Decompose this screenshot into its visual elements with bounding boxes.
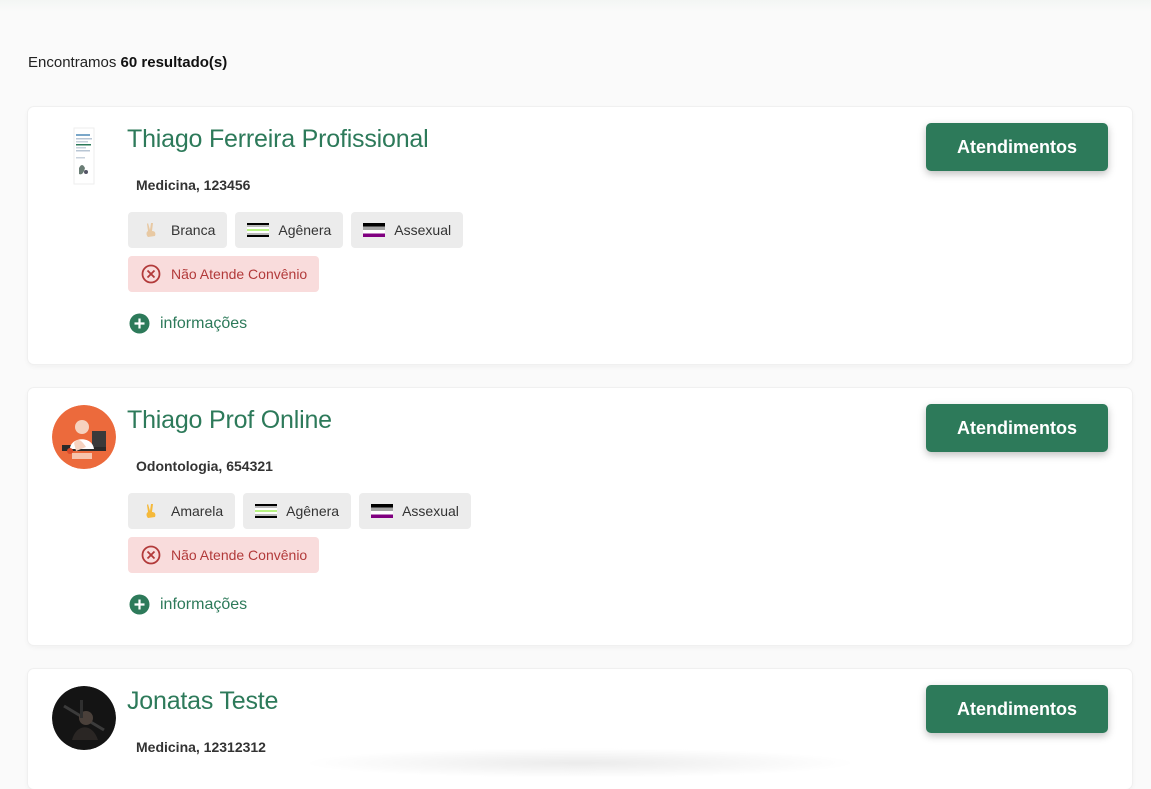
tag-chip-orientation: Assexual — [359, 493, 471, 529]
plus-circle-icon — [129, 594, 150, 615]
asexual-flag-icon — [371, 504, 394, 518]
insurance-label: Não Atende Convênio — [171, 547, 308, 563]
results-count: 60 resultado(s) — [120, 54, 228, 71]
info-toggle[interactable]: informações — [129, 313, 247, 334]
tag-chip-orientation: Assexual — [351, 212, 464, 248]
tag-chip-race: Branca — [128, 212, 228, 248]
avatar[interactable] — [52, 124, 116, 188]
results-prefix: Encontramos — [28, 54, 117, 71]
appointments-button[interactable]: Atendimentos — [926, 685, 1108, 733]
info-label: informações — [160, 314, 248, 332]
professional-card: Thiago Ferreira Profissional Medicina, 1… — [28, 107, 1132, 364]
tag-chip-gender: Agênera — [235, 212, 344, 248]
peace-hand-icon — [140, 223, 162, 237]
insurance-label: Não Atende Convênio — [171, 266, 308, 282]
peace-hand-icon — [140, 504, 162, 518]
floating-panel-shadow — [300, 748, 860, 778]
asexual-flag-icon — [363, 223, 386, 237]
insurance-status-badge: Não Atende Convênio — [128, 256, 320, 292]
tag-label: Assexual — [394, 222, 452, 238]
tag-label: Amarela — [171, 503, 224, 519]
info-toggle[interactable]: informações — [129, 594, 247, 615]
info-label: informações — [160, 595, 248, 613]
appointments-button[interactable]: Atendimentos — [926, 123, 1108, 171]
tag-chip-race: Amarela — [128, 493, 236, 529]
professional-registration: Medicina, 12312312 — [136, 739, 266, 755]
tag-label: Agênera — [278, 222, 332, 238]
results-summary: Encontramos 60 resultado(s) — [28, 54, 227, 71]
avatar[interactable] — [52, 405, 116, 469]
agender-flag-icon — [247, 223, 270, 237]
tag-label: Agênera — [286, 503, 340, 519]
close-circle-icon — [141, 545, 161, 565]
tag-label: Branca — [171, 222, 216, 238]
header-strip — [0, 0, 1151, 12]
professional-card: Thiago Prof Online Odontologia, 654321 A… — [28, 388, 1132, 645]
professional-registration: Odontologia, 654321 — [136, 458, 273, 474]
tag-chip-gender: Agênera — [243, 493, 352, 529]
tag-list: Amarela Agênera Assexual — [128, 493, 471, 529]
avatar[interactable] — [52, 686, 116, 750]
professional-name[interactable]: Jonatas Teste — [127, 687, 278, 716]
professional-name[interactable]: Thiago Prof Online — [127, 406, 332, 435]
professional-registration: Medicina, 123456 — [136, 177, 251, 193]
tag-list: Branca Agênera Assexual — [128, 212, 464, 248]
appointments-button[interactable]: Atendimentos — [926, 404, 1108, 452]
professional-name[interactable]: Thiago Ferreira Profissional — [127, 125, 429, 154]
insurance-status-badge: Não Atende Convênio — [128, 537, 320, 573]
agender-flag-icon — [255, 504, 278, 518]
close-circle-icon — [141, 264, 161, 284]
tag-label: Assexual — [402, 503, 459, 519]
plus-circle-icon — [129, 313, 150, 334]
